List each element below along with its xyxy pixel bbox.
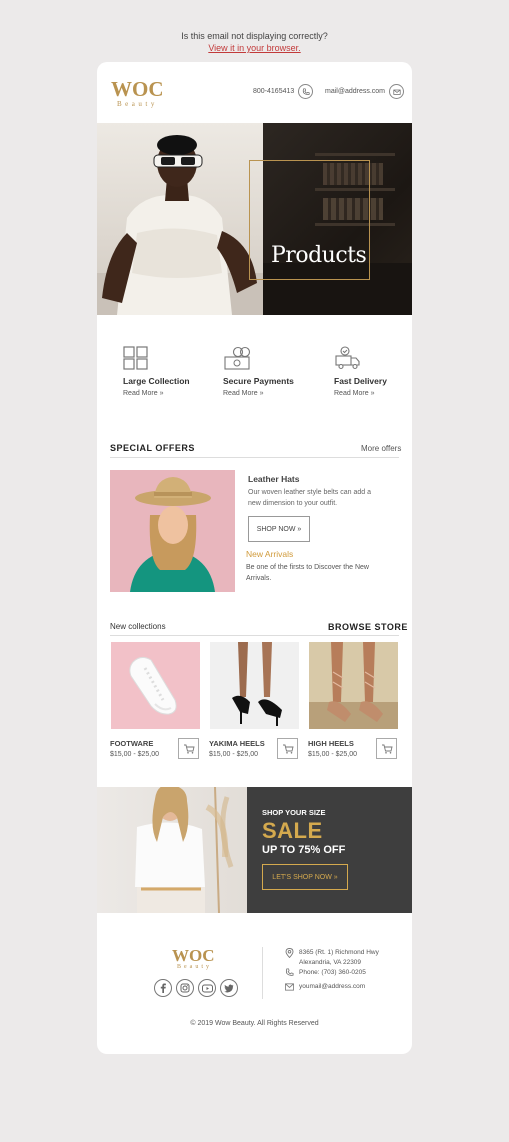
special-offers-title: SPECIAL OFFERS	[110, 443, 195, 453]
footer-logo-text: WOC	[172, 946, 215, 965]
feature-fast-delivery[interactable]: Fast Delivery Read More »	[334, 346, 412, 400]
product-price: $15,00 - $25,00	[209, 751, 259, 758]
email-card: WOC Beauty 800-4165413 mail@address.com	[97, 62, 412, 1054]
hero-title: Products	[271, 243, 367, 268]
logo-text: WOC	[111, 77, 164, 101]
email-text: mail@address.com	[325, 88, 386, 95]
new-arrivals-title[interactable]: New Arrivals	[246, 549, 293, 559]
add-to-cart-button[interactable]	[277, 738, 298, 759]
truck-icon	[335, 346, 360, 370]
mail-icon	[285, 983, 294, 991]
facebook-icon[interactable]	[154, 979, 172, 997]
sale-headline: SALE	[262, 818, 323, 843]
mail-icon	[389, 84, 405, 99]
product-price: $15,00 - $25,00	[308, 751, 358, 758]
sale-subheadline: UP TO 75% OFF	[262, 844, 346, 856]
read-more-link[interactable]: Read More »	[123, 387, 213, 400]
footware-image[interactable]	[111, 642, 200, 729]
preheader: Is this email not displaying correctly? …	[0, 30, 509, 54]
sale-model-image	[97, 787, 247, 913]
product-price: $15,00 - $25,00	[110, 751, 160, 758]
new-arrivals-description: Be one of the firsts to Discover the New…	[246, 564, 369, 582]
divider	[110, 635, 399, 636]
feature-secure-payments[interactable]: Secure Payments Read More »	[223, 346, 313, 400]
address-line-2: Alexandria, VA 22309	[299, 958, 362, 966]
sale-banner[interactable]: SHOP YOUR SIZE SALE UP TO 75% OFF LET'S …	[97, 787, 412, 913]
add-to-cart-button[interactable]	[376, 738, 397, 759]
header-email[interactable]: mail@address.com	[325, 84, 405, 99]
grid-icon	[123, 346, 148, 370]
shop-now-button[interactable]: SHOP NOW »	[248, 516, 310, 542]
footer-email[interactable]: youmail@address.com	[299, 982, 365, 992]
footer-divider	[262, 947, 263, 999]
instagram-icon[interactable]	[176, 979, 194, 997]
leather-hat-image[interactable]	[110, 470, 235, 592]
phone-text: 800-4165413	[253, 88, 295, 95]
sale-panel: SHOP YOUR SIZE SALE UP TO 75% OFF LET'S …	[247, 787, 412, 913]
product-name[interactable]: HIGH HEELS	[308, 739, 354, 748]
divider	[110, 457, 399, 458]
location-pin-icon	[285, 948, 294, 958]
footer-logo[interactable]: WOC Beauty	[172, 947, 215, 970]
header-phone[interactable]: 800-4165413	[253, 84, 314, 99]
cart-icon	[381, 744, 393, 754]
phone-icon	[285, 968, 294, 976]
logo-subtext: Beauty	[117, 100, 158, 108]
yakima-heels-image[interactable]	[210, 642, 299, 729]
leather-hats-description: Our woven leather style belts can add a …	[248, 489, 371, 507]
cart-icon	[282, 744, 294, 754]
cart-icon	[183, 744, 195, 754]
hero-model-image	[97, 123, 263, 315]
product-name[interactable]: FOOTWARE	[110, 739, 153, 748]
lets-shop-now-button[interactable]: LET'S SHOP NOW »	[262, 864, 348, 890]
feature-title: Fast Delivery	[334, 376, 387, 386]
feature-title: Large Collection	[123, 376, 190, 386]
feature-large-collection[interactable]: Large Collection Read More »	[123, 346, 213, 400]
product-name[interactable]: YAKIMA HEELS	[209, 739, 265, 748]
read-more-link[interactable]: Read More »	[223, 387, 313, 400]
feature-title: Secure Payments	[223, 376, 294, 386]
footer-logo-subtext: Beauty	[177, 964, 212, 970]
copyright: © 2019 Wow Beauty. All Rights Reserved	[190, 1020, 319, 1027]
youtube-icon[interactable]	[198, 979, 216, 997]
leather-hats-title: Leather Hats	[248, 474, 300, 484]
preheader-text: Is this email not displaying correctly?	[181, 31, 328, 41]
high-heels-image[interactable]	[309, 642, 398, 729]
twitter-icon[interactable]	[220, 979, 238, 997]
add-to-cart-button[interactable]	[178, 738, 199, 759]
footer-address: 8365 (Rt. 1) Richmond Hwy Alexandria, VA…	[299, 948, 379, 967]
phone-icon	[298, 84, 314, 99]
money-icon	[224, 346, 251, 370]
footer-phone[interactable]: Phone: (703) 360-0205	[299, 968, 366, 978]
address-line-1: 8365 (Rt. 1) Richmond Hwy	[299, 949, 379, 956]
brand-logo[interactable]: WOC Beauty	[111, 79, 173, 111]
view-in-browser-link[interactable]: View it in your browser.	[208, 42, 300, 54]
read-more-link[interactable]: Read More »	[334, 387, 412, 400]
more-offers-link[interactable]: More offers	[361, 444, 401, 453]
sale-kicker: SHOP YOUR SIZE	[262, 808, 326, 817]
hero-banner[interactable]: Products	[97, 123, 412, 315]
new-collections-title: New collections	[110, 622, 166, 631]
browse-store-link[interactable]: BROWSE STORE	[328, 622, 408, 632]
